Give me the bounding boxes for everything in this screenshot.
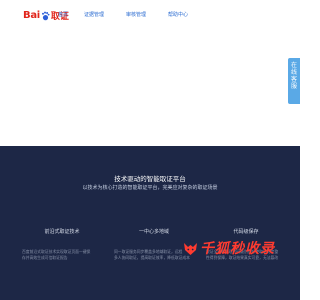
widget-char: 客 (290, 76, 297, 83)
nav-help-center[interactable]: 帮助中心 (168, 11, 210, 19)
nav-home[interactable]: 首页 (58, 11, 84, 19)
feature-section-title: 技术驱动的智能取证平台 (114, 175, 186, 183)
feature-description-line: 存并高效生成可信取证报告 (22, 254, 68, 260)
feature-column: 前沿式取证技术 百度前沿式取证技术实现取证页面一键保 存并高效生成可信取证报告 (22, 228, 102, 260)
feature-description-line: 多人协同取证，提高取证效率，降低取证成本 (114, 254, 190, 260)
watermark-text: 千狐秒收录 (200, 241, 275, 257)
nav-review-management[interactable]: 审核管理 (126, 11, 168, 19)
feature-description-line: 百度前沿式取证技术实现取证页面一键保 (22, 249, 91, 254)
feature-description: 百度前沿式取证技术实现取证页面一键保 存并高效生成可信取证报告 (22, 249, 102, 260)
nav-evidence-management[interactable]: 证据管理 (84, 11, 126, 19)
online-service-widget[interactable]: 在 线 客 服 (288, 58, 300, 104)
watermark: 千狐秒收录 (183, 240, 298, 257)
site-header: Bai 取证 首页 证据管理 审核管理 帮助中心 (0, 0, 300, 30)
logo-latin: Bai (23, 10, 40, 21)
feature-section-subtitle: 以技术为核心打造的智能取证平台，完美应对复杂的取证场景 (82, 185, 218, 191)
fox-logo-icon (183, 241, 198, 256)
paw-icon (41, 11, 50, 21)
widget-char: 在 (290, 62, 297, 69)
feature-description: 同一取证服务同步覆盖多地域取证，远程 多人协同取证，提高取证效率，降低取证成本 (114, 249, 194, 260)
feature-title: 一中心多地域 (138, 229, 169, 235)
feature-section: 技术驱动的智能取证平台 以技术为核心打造的智能取证平台，完美应对复杂的取证场景 … (0, 146, 300, 300)
feature-title: 前沿式取证技术 (44, 229, 80, 235)
feature-title: 代码级保存 (233, 229, 259, 235)
feature-description-line: 同一取证服务同步覆盖多地域取证，远程 (114, 249, 183, 254)
feature-column: 一中心多地域 同一取证服务同步覆盖多地域取证，远程 多人协同取证，提高取证效率，… (114, 228, 194, 260)
widget-char: 线 (290, 69, 297, 76)
main-nav: 首页 证据管理 审核管理 帮助中心 (58, 11, 210, 19)
widget-char: 服 (290, 83, 297, 90)
